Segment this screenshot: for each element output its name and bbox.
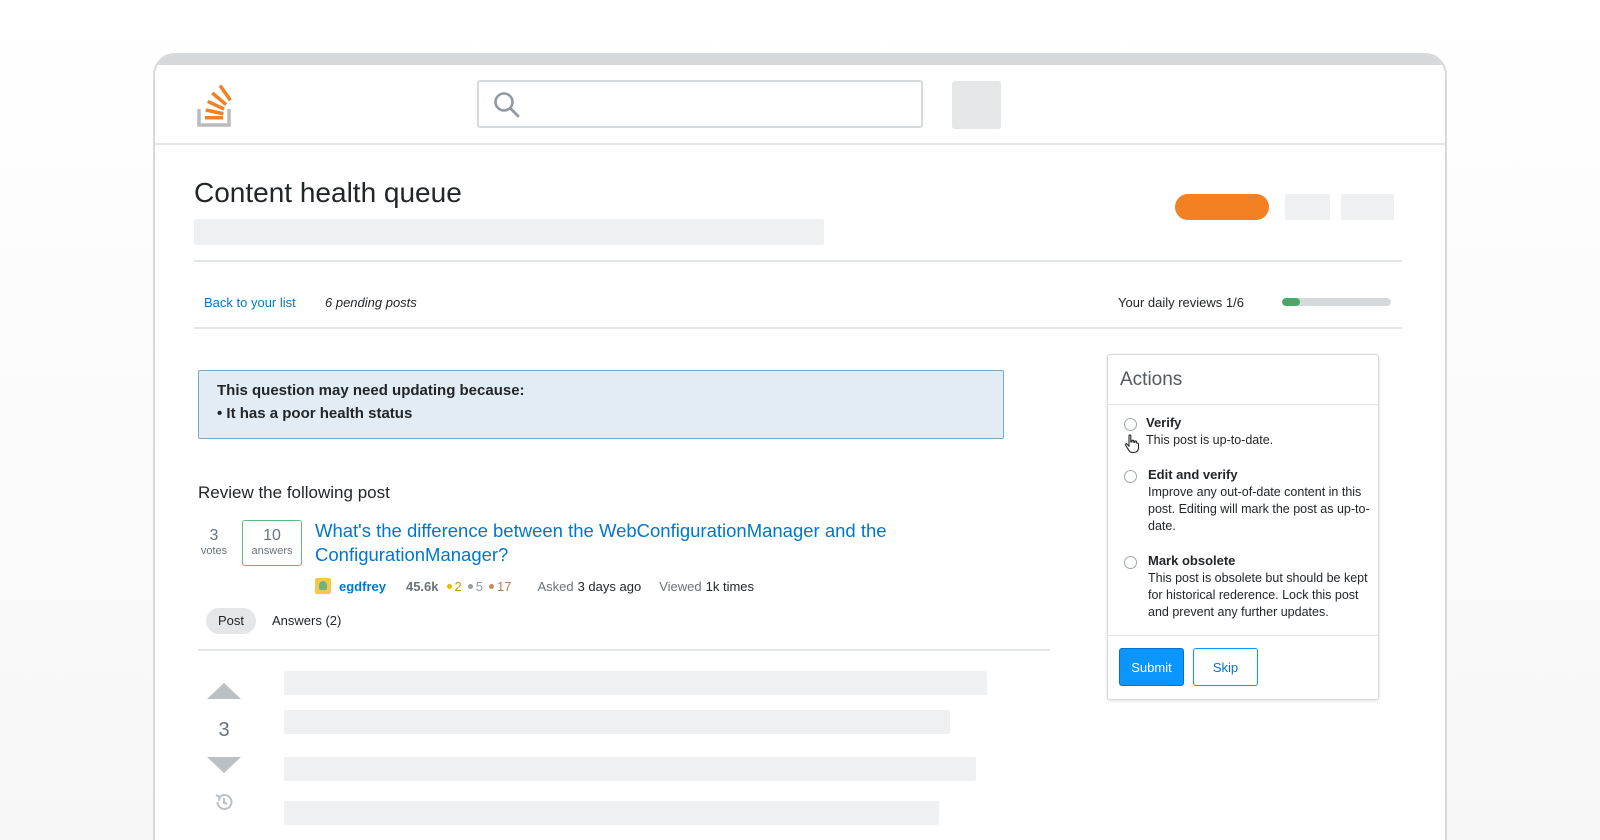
post-body-placeholder: [284, 801, 939, 825]
primary-pill-button[interactable]: [1175, 194, 1269, 220]
edit-and-verify-radio[interactable]: [1124, 470, 1137, 483]
question-meta: egdfrey 45.6k 2 5 17 Asked 3 days ago Vi…: [315, 577, 754, 595]
actions-heading: Actions: [1108, 355, 1378, 405]
votes-count: 3: [209, 527, 219, 544]
bronze-badge-count: 17: [488, 578, 512, 594]
tab-post[interactable]: Post: [206, 608, 257, 634]
tab-answers[interactable]: Answers (2): [272, 608, 341, 634]
hand-pointer-icon: [1124, 434, 1140, 454]
subtitle-placeholder: [194, 219, 824, 245]
bronze-badge-icon: [488, 583, 494, 589]
daily-reviews-progress: [1282, 298, 1391, 306]
verify-radio[interactable]: [1124, 418, 1137, 431]
post-body-placeholder: [284, 710, 950, 734]
gold-badge-count: 2: [446, 578, 462, 594]
option-description: Improve any out-of-date content in this …: [1148, 485, 1370, 533]
option-title: Edit and verify: [1148, 467, 1238, 482]
top-navigation: [155, 65, 1445, 145]
silver-badge-value: 5: [475, 578, 483, 594]
viewed-label: Viewed: [659, 578, 702, 594]
notice-heading: This question may need updating because:: [217, 382, 525, 399]
user-name-link[interactable]: egdfrey: [339, 579, 386, 594]
header-placeholder-button[interactable]: [1341, 194, 1394, 220]
votes-label: votes: [200, 545, 228, 557]
gold-badge-value: 2: [454, 578, 462, 594]
top-bar-button[interactable]: [952, 81, 1001, 129]
option-title: Verify: [1146, 415, 1182, 430]
gold-badge-icon: [446, 583, 452, 589]
pending-posts-count: 6 pending posts: [325, 295, 417, 310]
option-title: Mark obsolete: [1148, 553, 1236, 568]
browser-frame: Content health queue Back to your list 6…: [153, 53, 1447, 840]
divider: [194, 327, 1402, 329]
search-input[interactable]: [477, 80, 923, 128]
search-icon: [494, 92, 520, 118]
window-top-bar: [155, 55, 1445, 65]
divider: [198, 649, 1050, 651]
viewed-value: 1k times: [705, 578, 755, 594]
divider: [1108, 635, 1378, 636]
daily-reviews-progress-fill: [1282, 298, 1301, 306]
option-description: This post is up-to-date.: [1146, 433, 1274, 447]
question-title-link[interactable]: What's the difference between the WebCon…: [315, 519, 955, 567]
daily-reviews-label: Your daily reviews 1/6: [1118, 295, 1244, 310]
notice-reason: • It has a poor health status: [217, 405, 413, 422]
page-title: Content health queue: [194, 177, 462, 208]
question-votes: 3 votes: [195, 527, 233, 557]
stack-overflow-logo[interactable]: [197, 85, 233, 127]
submit-button[interactable]: Submit: [1119, 648, 1184, 686]
actions-panel: Actions Verify This post is up-to-date. …: [1107, 354, 1379, 700]
mark-obsolete-radio[interactable]: [1124, 556, 1137, 569]
bronze-badge-value: 17: [496, 578, 512, 594]
answers-count: 10: [263, 527, 281, 544]
answers-label: answers: [251, 545, 293, 557]
asked-value: 3 days ago: [577, 578, 642, 594]
option-description: This post is obsolete but should be kept…: [1148, 571, 1368, 619]
avatar[interactable]: [315, 578, 331, 594]
history-icon[interactable]: [213, 791, 235, 813]
update-notice: This question may need updating because:…: [198, 370, 1004, 439]
post-body-placeholder: [284, 671, 987, 695]
skip-button[interactable]: Skip: [1193, 648, 1258, 686]
silver-badge-count: 5: [467, 578, 483, 594]
downvote-arrow-icon[interactable]: [207, 757, 241, 773]
review-heading: Review the following post: [198, 483, 390, 502]
post-score: 3: [218, 719, 230, 741]
back-to-list-link[interactable]: Back to your list: [204, 295, 296, 310]
post-body-placeholder: [284, 757, 976, 781]
reputation: 45.6k: [405, 578, 439, 594]
asked-label: Asked: [537, 578, 574, 594]
silver-badge-icon: [467, 583, 473, 589]
divider: [194, 260, 1402, 262]
header-placeholder-button[interactable]: [1285, 194, 1330, 220]
upvote-arrow-icon[interactable]: [207, 683, 241, 699]
question-answers: 10 answers: [242, 520, 302, 566]
